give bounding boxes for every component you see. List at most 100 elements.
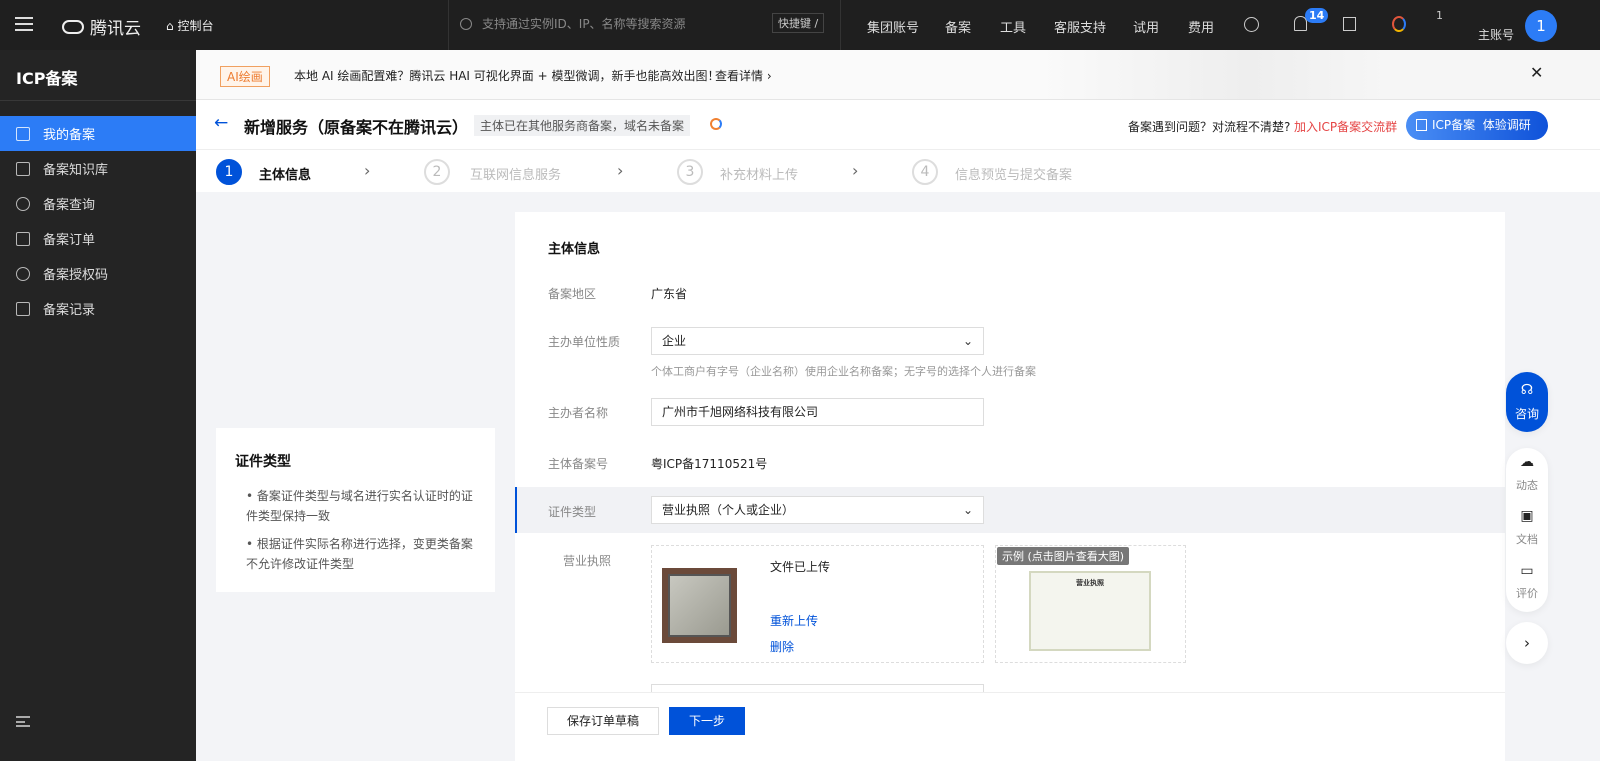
- license-upload-box: 文件已上传 重新上传 删除: [651, 545, 984, 663]
- example-image[interactable]: 营业执照: [1029, 571, 1151, 651]
- name-label: 主办者名称: [548, 406, 609, 420]
- cloud-bell-icon[interactable]: ☁: [1506, 454, 1548, 470]
- sidebar-item-records[interactable]: 备案记录: [0, 291, 196, 326]
- shortcut-hint: 快捷键 /: [772, 13, 825, 33]
- help-text: 备案遇到问题？对流程不清楚?: [1128, 120, 1291, 134]
- account-label[interactable]: 主账号: [1478, 26, 1514, 43]
- step-1-number: 1: [216, 159, 242, 185]
- search-icon: [460, 18, 472, 30]
- sidebar-item-orders[interactable]: 备案订单: [0, 221, 196, 256]
- float-toolbar: ☁ 动态 ▣ 文档 ▭ 评价: [1506, 448, 1548, 612]
- license-thumbnail[interactable]: [662, 568, 737, 643]
- tip-title: 证件类型: [235, 454, 291, 470]
- survey-icon: [1416, 119, 1427, 131]
- chevron-right-icon: ›: [852, 161, 859, 180]
- tip-text: 根据证件实际名称进行选择，变更类备案不允许修改证件类型: [246, 537, 473, 571]
- step-1-label[interactable]: 主体信息: [259, 164, 311, 183]
- nav-trial[interactable]: 试用: [1133, 17, 1159, 36]
- save-draft-button[interactable]: 保存订单草稿: [547, 707, 659, 735]
- account-count: 1: [1436, 9, 1443, 22]
- sidebar-item-label: 备案记录: [43, 303, 96, 318]
- nav-filing[interactable]: 备案: [945, 17, 971, 36]
- headset-icon: ☊: [1520, 382, 1534, 398]
- sidebar-item-label: 备案知识库: [43, 163, 109, 178]
- cert-type-select[interactable]: 营业执照（个人或企业） ⌄: [651, 496, 984, 524]
- sidebar-item-auth-code[interactable]: 备案授权码: [0, 256, 196, 291]
- avatar[interactable]: 1: [1525, 10, 1557, 42]
- sidebar-item-label: 我的备案: [43, 128, 96, 143]
- scenario-tag: 主体已在其他服务商备案，域名未备案: [474, 115, 691, 136]
- tip-item: • 根据证件实际名称进行选择，变更类备案不允许修改证件类型: [246, 537, 473, 571]
- nature-value: 企业: [662, 334, 687, 348]
- nature-select[interactable]: 企业 ⌄: [651, 327, 984, 355]
- expand-chevron-icon[interactable]: ›: [1506, 622, 1548, 664]
- ai-assistant-icon[interactable]: [1392, 16, 1406, 32]
- step-3-number: 3: [677, 159, 703, 185]
- survey-button[interactable]: ICP备案 体验调研: [1406, 111, 1548, 140]
- divider: [0, 100, 196, 101]
- nav-billing[interactable]: 费用: [1188, 17, 1214, 36]
- step-4-label[interactable]: 信息预览与提交备案: [955, 164, 1072, 183]
- consult-button[interactable]: ☊ 咨询: [1506, 372, 1548, 432]
- nav-support[interactable]: 客服支持: [1054, 17, 1106, 36]
- nav-tools[interactable]: 工具: [1000, 17, 1026, 36]
- notification-badge: 14: [1305, 8, 1329, 23]
- tencent-cloud-logo[interactable]: 腾讯云: [62, 14, 141, 39]
- nature-label: 主办单位性质: [548, 335, 621, 349]
- comment-icon[interactable]: ▭: [1506, 563, 1548, 579]
- ai-tag: AI绘画: [220, 66, 270, 87]
- banner-details-link[interactable]: 查看详情 ›: [715, 67, 772, 84]
- chevron-down-icon: ⌄: [962, 503, 973, 517]
- top-bar: 腾讯云 ⌂ 控制台 支持通过实例ID、IP、名称等搜索资源 快捷键 / 集团账号…: [0, 0, 1600, 50]
- next-step-button[interactable]: 下一步: [669, 707, 745, 735]
- survey-label-a: ICP备案: [1432, 118, 1476, 132]
- info-circle-icon: [16, 266, 30, 281]
- nav-group-account[interactable]: 集团账号: [867, 17, 919, 36]
- step-3-label[interactable]: 补充材料上传: [720, 164, 798, 183]
- close-icon[interactable]: ✕: [1530, 63, 1543, 82]
- upload-status: 文件已上传: [770, 560, 831, 574]
- menu-icon[interactable]: [15, 17, 33, 31]
- banner-text: 本地 AI 绘画配置难？腾讯云 HAI 可视化界面 + 模型微调，新手也能高效出…: [294, 69, 720, 83]
- rate-button[interactable]: 评价: [1506, 585, 1548, 601]
- news-button[interactable]: 动态: [1506, 477, 1548, 493]
- region-label: 备案地区: [548, 287, 597, 301]
- docs-button[interactable]: 文档: [1506, 531, 1548, 547]
- delete-link[interactable]: 删除: [770, 638, 794, 655]
- book-icon: [16, 161, 30, 176]
- step-2-label[interactable]: 互联网信息服务: [470, 164, 561, 183]
- collapse-sidebar-icon[interactable]: [16, 716, 30, 727]
- tip-item: • 备案证件类型与域名进行实名认证时的证件类型保持一致: [246, 489, 473, 523]
- sidebar-item-label: 备案订单: [43, 233, 96, 248]
- example-image-title: 营业执照: [1076, 579, 1104, 587]
- steps-bar: 1 主体信息 › 2 互联网信息服务 › 3 补充材料上传 › 4 信息预览与提…: [196, 150, 1600, 192]
- book-icon[interactable]: ▣: [1506, 508, 1548, 524]
- license-label: 营业执照: [563, 554, 612, 568]
- search-placeholder: 支持通过实例ID、IP、名称等搜索资源: [482, 17, 686, 31]
- example-box[interactable]: 营业执照 示例 (点击图片查看大图): [995, 545, 1186, 663]
- promo-banner: AI绘画 本地 AI 绘画配置难？腾讯云 HAI 可视化界面 + 模型微调，新手…: [196, 50, 1600, 100]
- cloud-icon: [62, 19, 84, 34]
- page-title: 新增服务（原备案不在腾讯云）: [244, 118, 469, 137]
- form-card: 主体信息 备案地区 广东省 主办单位性质 企业 ⌄ 个体工商户有字号（企业名称）使…: [515, 212, 1505, 761]
- link-icon[interactable]: [1244, 17, 1259, 32]
- sidebar-item-knowledge[interactable]: 备案知识库: [0, 151, 196, 186]
- ticket-icon[interactable]: [1343, 17, 1356, 31]
- ai-icon[interactable]: [710, 118, 722, 130]
- search-input[interactable]: 支持通过实例ID、IP、名称等搜索资源 快捷键 /: [460, 13, 830, 35]
- page-header: ← 新增服务（原备案不在腾讯云） 主体已在其他服务商备案，域名未备案 备案遇到问…: [196, 100, 1600, 150]
- sidebar-item-label: 备案授权码: [43, 268, 109, 283]
- region-value: 广东省: [651, 287, 688, 301]
- reupload-link[interactable]: 重新上传: [770, 612, 818, 629]
- sidebar-item-my-filing[interactable]: 我的备案: [0, 116, 196, 151]
- organizer-name-input[interactable]: 广州市千旭网络科技有限公司: [651, 398, 984, 426]
- sidebar-title: ICP备案: [16, 69, 78, 88]
- survey-label-b: 体验调研: [1482, 118, 1531, 132]
- join-group-link[interactable]: 加入ICP备案交流群: [1294, 118, 1397, 135]
- sidebar-item-query[interactable]: 备案查询: [0, 186, 196, 221]
- cert-type-label: 证件类型: [548, 505, 597, 519]
- back-arrow-icon[interactable]: ←: [214, 113, 228, 133]
- step-2-number: 2: [424, 159, 450, 185]
- console-link[interactable]: ⌂ 控制台: [166, 17, 213, 34]
- organizer-name-value: 广州市千旭网络科技有限公司: [662, 405, 819, 419]
